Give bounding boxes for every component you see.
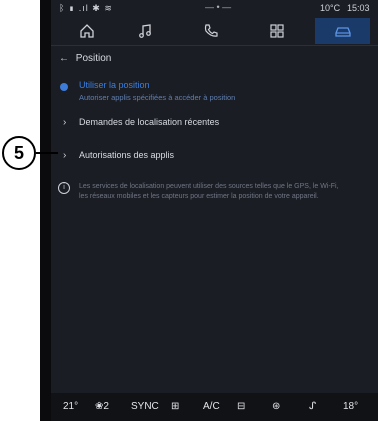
apps-icon — [269, 24, 284, 38]
rear-defrost-icon[interactable]: ⊟ — [237, 401, 245, 412]
status-icons: ᛒ ▮ .ıl ✱ ≋ — [59, 3, 113, 13]
tab-music[interactable] — [117, 18, 172, 44]
phone-icon — [204, 24, 218, 37]
right-temperature[interactable]: 18° — [343, 401, 358, 412]
tab-divider — [51, 45, 378, 46]
recent-requests-label: Demandes de localisation récentes — [79, 117, 220, 127]
ac-button[interactable]: A/C — [203, 401, 220, 412]
use-location-toggle[interactable]: Utiliser la position Autoriser applis sp… — [51, 80, 378, 104]
climate-bar: 21° ❀2 SYNC ⊞ A/C ⊟ ⊛ ᔑ 18° — [51, 393, 378, 421]
info-icon: i — [58, 182, 70, 194]
app-permissions-label: Autorisations des applis — [79, 150, 175, 160]
status-bar: ᛒ ▮ .ıl ✱ ≋ — • — 10°C 15:03 — [51, 0, 378, 16]
use-location-label: Utiliser la position — [79, 80, 150, 90]
clock: 15:03 — [347, 3, 370, 13]
callout-pointer — [36, 152, 58, 154]
recent-requests-item[interactable]: › Demandes de localisation récentes — [51, 117, 378, 131]
heated-seat-icon[interactable]: ᔑ — [309, 401, 316, 412]
chevron-right-icon: › — [63, 117, 67, 128]
chevron-right-icon: › — [63, 150, 67, 161]
toggle-indicator-icon[interactable] — [60, 83, 68, 91]
use-location-description: Autoriser applis spécifiées à accéder à … — [79, 93, 236, 102]
tab-vehicle[interactable] — [315, 18, 370, 44]
page-title: Position — [75, 53, 112, 64]
main-tab-bar — [51, 18, 378, 44]
app-permissions-item[interactable]: › Autorisations des applis — [51, 150, 378, 164]
tab-apps[interactable] — [249, 18, 304, 44]
home-icon — [79, 24, 94, 38]
left-temperature[interactable]: 21° — [63, 401, 78, 412]
tab-home[interactable] — [59, 18, 114, 44]
outside-temperature: 10°C — [320, 3, 341, 13]
back-arrow-icon[interactable]: ← — [59, 53, 73, 64]
car-icon — [334, 27, 351, 37]
callout-number: 5 — [2, 136, 36, 170]
fan-speed[interactable]: ❀2 — [95, 401, 109, 412]
location-info: i Les services de localisation peuvent u… — [51, 182, 378, 216]
sync-button[interactable]: SYNC — [131, 401, 159, 412]
location-info-text: Les services de localisation peuvent uti… — [79, 183, 339, 200]
page-header: ← Position — [59, 53, 111, 64]
front-defrost-icon[interactable]: ⊞ — [171, 401, 179, 412]
recirculation-icon[interactable]: ⊛ — [272, 401, 280, 412]
infotainment-screen: ᛒ ▮ .ıl ✱ ≋ — • — 10°C 15:03 ← Position … — [51, 0, 378, 421]
tab-phone[interactable] — [183, 18, 238, 44]
music-icon — [138, 24, 151, 38]
status-center-indicator: — • — — [205, 2, 232, 12]
